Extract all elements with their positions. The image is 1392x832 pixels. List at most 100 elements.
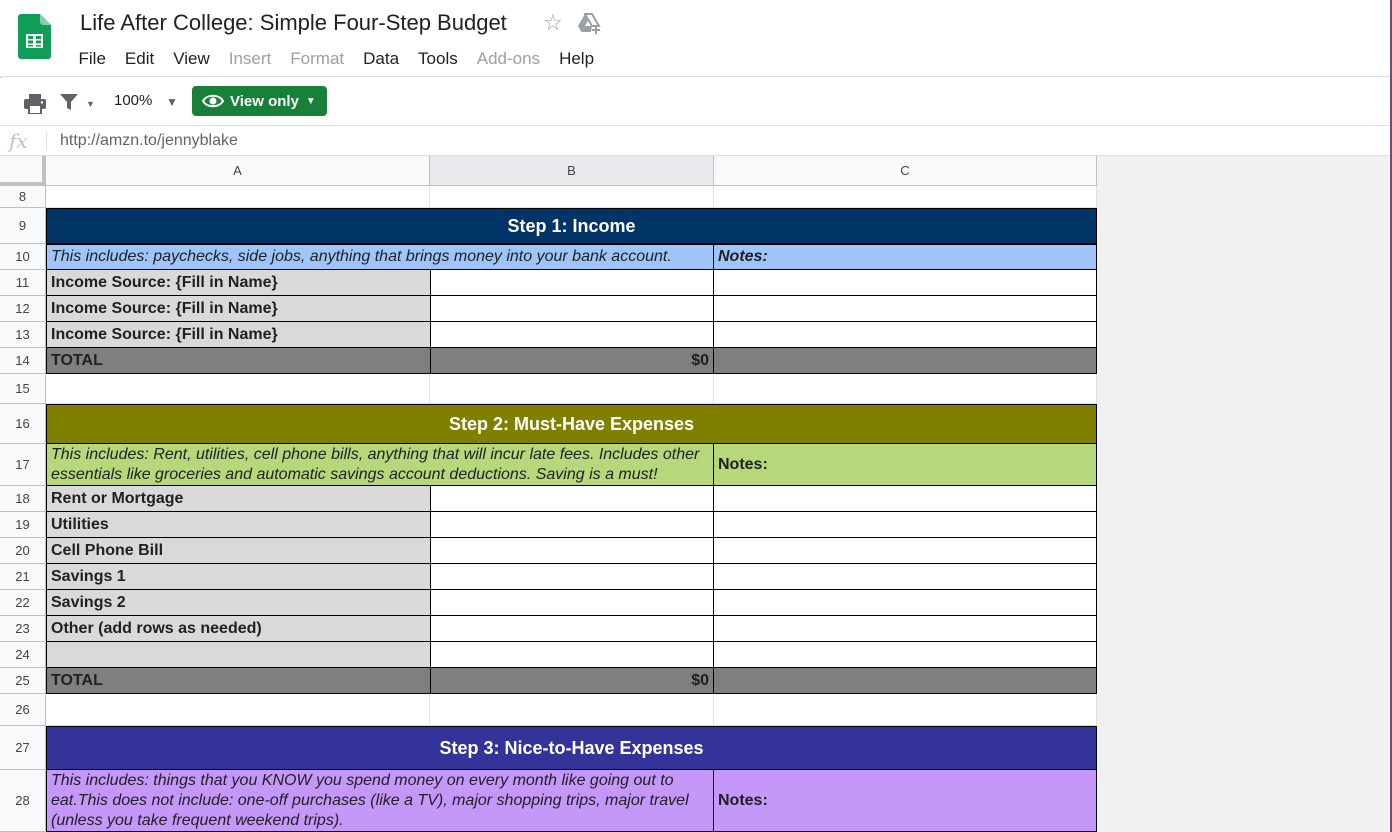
rent-notes[interactable] <box>713 485 1097 512</box>
savings-2-label[interactable]: Savings 2 <box>46 589 431 616</box>
menu-file[interactable]: File <box>69 48 115 70</box>
cell-c8[interactable] <box>714 186 1097 208</box>
savings-2-notes[interactable] <box>713 589 1097 616</box>
row-header-14[interactable]: 14 <box>0 348 46 374</box>
row-header-9[interactable]: 9 <box>0 208 46 244</box>
cell-b8[interactable] <box>430 186 714 208</box>
star-icon[interactable]: ☆ <box>543 12 563 34</box>
row-header-13[interactable]: 13 <box>0 322 46 348</box>
step3-notes-label[interactable]: Notes: <box>713 769 1097 832</box>
row-header-22[interactable]: 22 <box>0 590 46 616</box>
menu-tools[interactable]: Tools <box>409 48 468 70</box>
step1-total-value[interactable]: $0 <box>430 347 714 374</box>
income-source-2-notes[interactable] <box>713 295 1097 322</box>
step1-notes-label[interactable]: Notes: <box>713 244 1097 270</box>
income-source-3-notes[interactable] <box>713 321 1097 348</box>
row-header-28[interactable]: 28 <box>0 770 46 832</box>
step1-total-label[interactable]: TOTAL <box>46 347 431 374</box>
utilities-amount[interactable] <box>430 511 714 538</box>
row-header-17[interactable]: 17 <box>0 444 46 486</box>
cell-b15[interactable] <box>430 374 714 404</box>
step2-banner[interactable]: Step 2: Must-Have Expenses <box>46 404 1097 444</box>
step1-banner[interactable]: Step 1: Income <box>46 208 1097 244</box>
rent-label[interactable]: Rent or Mortgage <box>46 485 431 512</box>
document-title[interactable]: Life After College: Simple Four-Step Bud… <box>80 10 507 36</box>
blank-expense-notes[interactable] <box>713 641 1097 668</box>
select-all-corner[interactable] <box>0 156 46 186</box>
cell-a8[interactable] <box>46 186 430 208</box>
row-header-18[interactable]: 18 <box>0 486 46 512</box>
savings-2-amount[interactable] <box>430 589 714 616</box>
row-header-24[interactable]: 24 <box>0 642 46 668</box>
cell-b26[interactable] <box>430 694 714 726</box>
income-source-2-label[interactable]: Income Source: {Fill in Name} <box>46 295 431 322</box>
other-notes[interactable] <box>713 615 1097 642</box>
sheets-logo-icon[interactable] <box>18 14 51 59</box>
step2-total-value[interactable]: $0 <box>430 667 714 694</box>
column-header-b[interactable]: B <box>430 156 714 186</box>
step2-description[interactable]: This includes: Rent, utilities, cell pho… <box>46 443 714 486</box>
column-header-a[interactable]: A <box>46 156 430 186</box>
zoom-select[interactable]: 100% <box>114 92 152 109</box>
other-amount[interactable] <box>430 615 714 642</box>
column-header-c[interactable]: C <box>714 156 1097 186</box>
menu-help[interactable]: Help <box>550 48 604 70</box>
step3-banner[interactable]: Step 3: Nice-to-Have Expenses <box>46 726 1097 770</box>
savings-1-label[interactable]: Savings 1 <box>46 563 431 590</box>
filter-dropdown-icon[interactable]: ▼ <box>86 99 95 109</box>
cell-a15[interactable] <box>46 374 430 404</box>
menu-view[interactable]: View <box>164 48 220 70</box>
zoom-dropdown-icon[interactable]: ▼ <box>166 95 178 109</box>
menu-edit[interactable]: Edit <box>115 48 163 70</box>
savings-1-amount[interactable] <box>430 563 714 590</box>
income-source-1-notes[interactable] <box>713 269 1097 296</box>
income-source-2-amount[interactable] <box>430 295 714 322</box>
row-header-27[interactable]: 27 <box>0 726 46 770</box>
cell-phone-notes[interactable] <box>713 537 1097 564</box>
view-only-button[interactable]: View only ▼ <box>192 86 327 116</box>
row-header-26[interactable]: 26 <box>0 694 46 726</box>
income-source-1-label[interactable]: Income Source: {Fill in Name} <box>46 269 431 296</box>
menu-insert[interactable]: Insert <box>219 48 281 70</box>
rent-amount[interactable] <box>430 485 714 512</box>
utilities-notes[interactable] <box>713 511 1097 538</box>
row-header-20[interactable]: 20 <box>0 538 46 564</box>
row-header-21[interactable]: 21 <box>0 564 46 590</box>
step2-total-label[interactable]: TOTAL <box>46 667 431 694</box>
row-header-23[interactable]: 23 <box>0 616 46 642</box>
step2-notes-label[interactable]: Notes: <box>713 443 1097 486</box>
drive-status-icon[interactable] <box>577 13 601 35</box>
filter-icon[interactable] <box>59 93 79 111</box>
cell-c26[interactable] <box>714 694 1097 726</box>
step3-description[interactable]: This includes: things that you KNOW you … <box>46 769 714 832</box>
income-source-1-amount[interactable] <box>430 269 714 296</box>
print-icon[interactable] <box>24 94 46 114</box>
blank-expense-label[interactable] <box>46 641 431 668</box>
cell-c15[interactable] <box>714 374 1097 404</box>
step1-total-notes[interactable] <box>713 347 1097 374</box>
income-source-3-label[interactable]: Income Source: {Fill in Name} <box>46 321 431 348</box>
step2-total-notes[interactable] <box>713 667 1097 694</box>
other-label[interactable]: Other (add rows as needed) <box>46 615 431 642</box>
cell-phone-label[interactable]: Cell Phone Bill <box>46 537 431 564</box>
income-source-3-amount[interactable] <box>430 321 714 348</box>
cell-phone-amount[interactable] <box>430 537 714 564</box>
row-header-25[interactable]: 25 <box>0 668 46 694</box>
row-header-16[interactable]: 16 <box>0 404 46 444</box>
menu-addons[interactable]: Add-ons <box>467 48 549 70</box>
menu-data[interactable]: Data <box>354 48 409 70</box>
utilities-label[interactable]: Utilities <box>46 511 431 538</box>
row-header-15[interactable]: 15 <box>0 374 46 404</box>
row-header-11[interactable]: 11 <box>0 270 46 296</box>
row-header-12[interactable]: 12 <box>0 296 46 322</box>
savings-1-notes[interactable] <box>713 563 1097 590</box>
row-header-19[interactable]: 19 <box>0 512 46 538</box>
row-header-8[interactable]: 8 <box>0 186 46 208</box>
formula-input[interactable]: http://amzn.to/jennyblake <box>60 132 238 150</box>
cell-a26[interactable] <box>46 694 430 726</box>
blank-expense-amount[interactable] <box>430 641 714 668</box>
step1-description[interactable]: This includes: paychecks, side jobs, any… <box>46 244 714 270</box>
menu-format[interactable]: Format <box>281 48 354 70</box>
formula-divider <box>46 132 47 150</box>
row-header-10[interactable]: 10 <box>0 244 46 270</box>
